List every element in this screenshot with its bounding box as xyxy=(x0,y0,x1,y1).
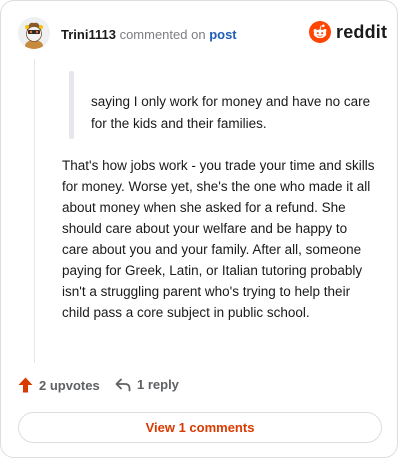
reddit-wordmark: reddit xyxy=(336,21,388,42)
username-link[interactable]: Trini1113 xyxy=(61,27,116,42)
upvote-count: 2 upvotes xyxy=(39,377,100,393)
reply-button[interactable]: 1 reply xyxy=(115,377,179,392)
upvote-arrow-icon xyxy=(18,377,33,393)
comment-card: Trini1113 commented on post reddit sayin… xyxy=(0,0,398,458)
post-link[interactable]: post xyxy=(209,27,236,42)
action-text: commented on xyxy=(119,27,206,42)
reply-count: 1 reply xyxy=(137,377,179,392)
reply-arrow-icon xyxy=(115,378,131,391)
snoo-avatar-icon xyxy=(18,17,50,49)
comment-body: That's how jobs work - you trade your ti… xyxy=(62,158,375,320)
upvote-button[interactable]: 2 upvotes xyxy=(18,377,100,393)
comment-header: Trini1113 commented on post xyxy=(61,27,237,42)
avatar[interactable] xyxy=(18,17,50,49)
thread-line xyxy=(34,59,35,363)
reddit-logo[interactable]: reddit xyxy=(309,21,387,43)
quote-bar xyxy=(69,71,74,139)
quoted-text: saying I only work for money and have no… xyxy=(91,94,371,131)
reddit-snoo-icon xyxy=(309,21,331,43)
view-comments-button[interactable]: View 1 comments xyxy=(18,412,382,443)
